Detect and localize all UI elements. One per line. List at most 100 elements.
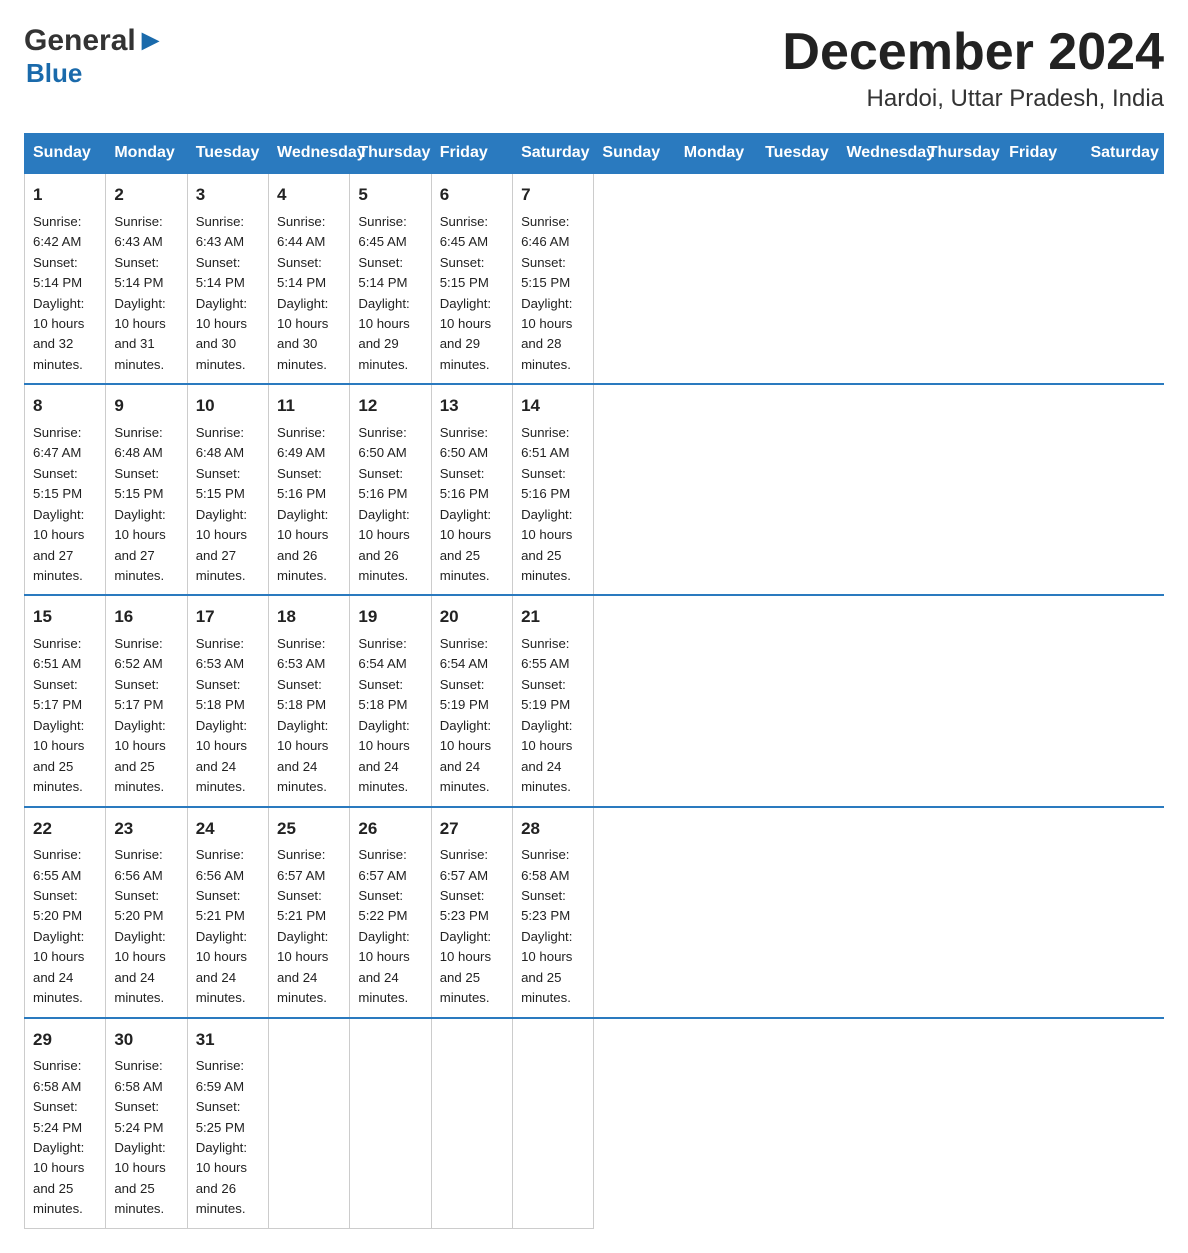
day-number: 27	[440, 816, 504, 842]
calendar-cell: 27 Sunrise: 6:57 AMSunset: 5:23 PMDayligh…	[431, 807, 512, 1018]
day-info: Sunrise: 6:50 AMSunset: 5:16 PMDaylight:…	[358, 423, 422, 587]
day-number: 25	[277, 816, 341, 842]
calendar-cell: 6 Sunrise: 6:45 AMSunset: 5:15 PMDaylight…	[431, 173, 512, 384]
day-info: Sunrise: 6:57 AMSunset: 5:21 PMDaylight:…	[277, 845, 341, 1009]
day-number: 3	[196, 182, 260, 208]
day-number: 7	[521, 182, 585, 208]
day-number: 29	[33, 1027, 97, 1053]
calendar-cell: 29 Sunrise: 6:58 AMSunset: 5:24 PMDayligh…	[25, 1018, 106, 1229]
week-row-1: 1 Sunrise: 6:42 AMSunset: 5:14 PMDaylight…	[25, 173, 1164, 384]
calendar-cell	[431, 1018, 512, 1229]
day-info: Sunrise: 6:55 AMSunset: 5:20 PMDaylight:…	[33, 845, 97, 1009]
logo-blue-word: Blue	[26, 58, 82, 89]
day-info: Sunrise: 6:58 AMSunset: 5:24 PMDaylight:…	[114, 1056, 178, 1220]
day-info: Sunrise: 6:47 AMSunset: 5:15 PMDaylight:…	[33, 423, 97, 587]
calendar-cell: 15Sunrise: 6:51 AMSunset: 5:17 PMDayligh…	[25, 595, 106, 806]
calendar-cell: 20Sunrise: 6:54 AMSunset: 5:19 PMDayligh…	[431, 595, 512, 806]
day-info: Sunrise: 6:56 AMSunset: 5:21 PMDaylight:…	[196, 845, 260, 1009]
day-number: 4	[277, 182, 341, 208]
calendar-cell: 7Sunrise: 6:46 AMSunset: 5:15 PMDaylight…	[513, 173, 594, 384]
day-number: 23	[114, 816, 178, 842]
day-info: Sunrise: 6:57 AMSunset: 5:23 PMDaylight:…	[440, 845, 504, 1009]
day-number: 8	[33, 393, 97, 419]
calendar-cell: 31 Sunrise: 6:59 AMSunset: 5:25 PMDayligh…	[187, 1018, 268, 1229]
day-number: 21	[521, 604, 585, 630]
calendar-cell: 14 Sunrise: 6:51 AMSunset: 5:16 PMDayligh…	[513, 384, 594, 595]
day-info: Sunrise: 6:51 AMSunset: 5:17 PMDaylight:…	[33, 634, 97, 798]
day-info: Sunrise: 6:54 AMSunset: 5:19 PMDaylight:…	[440, 634, 504, 798]
week-row-4: 22 Sunrise: 6:55 AMSunset: 5:20 PMDayligh…	[25, 807, 1164, 1018]
calendar-table: SundayMondayTuesdayWednesdayThursdayFrid…	[24, 133, 1164, 1229]
calendar-cell: 28Sunrise: 6:58 AMSunset: 5:23 PMDayligh…	[513, 807, 594, 1018]
day-number: 10	[196, 393, 260, 419]
day-info: Sunrise: 6:53 AMSunset: 5:18 PMDaylight:…	[277, 634, 341, 798]
page-header: General► Blue December 2024 Hardoi, Utta…	[24, 24, 1164, 113]
day-number: 31	[196, 1027, 260, 1053]
day-number: 9	[114, 393, 178, 419]
calendar-cell: 4Sunrise: 6:44 AMSunset: 5:14 PMDaylight…	[269, 173, 350, 384]
calendar-cell: 3 Sunrise: 6:43 AMSunset: 5:14 PMDaylight…	[187, 173, 268, 384]
calendar-cell: 13Sunrise: 6:50 AMSunset: 5:16 PMDayligh…	[431, 384, 512, 595]
day-number: 14	[521, 393, 585, 419]
calendar-cell: 25 Sunrise: 6:57 AMSunset: 5:21 PMDayligh…	[269, 807, 350, 1018]
title-block: December 2024 Hardoi, Uttar Pradesh, Ind…	[782, 24, 1164, 113]
day-info: Sunrise: 6:59 AMSunset: 5:25 PMDaylight:…	[196, 1056, 260, 1220]
day-info: Sunrise: 6:52 AMSunset: 5:17 PMDaylight:…	[114, 634, 178, 798]
day-number: 6	[440, 182, 504, 208]
logo-blue-part: ►	[136, 24, 166, 57]
header-tuesday: Tuesday	[187, 134, 268, 174]
header-sunday: Sunday	[25, 134, 106, 174]
day-number: 17	[196, 604, 260, 630]
day-info: Sunrise: 6:56 AMSunset: 5:20 PMDaylight:…	[114, 845, 178, 1009]
day-info: Sunrise: 6:48 AMSunset: 5:15 PMDaylight:…	[114, 423, 178, 587]
week-row-2: 8 Sunrise: 6:47 AMSunset: 5:15 PMDaylight…	[25, 384, 1164, 595]
header-saturday: Saturday	[1082, 134, 1164, 174]
day-info: Sunrise: 6:50 AMSunset: 5:16 PMDaylight:…	[440, 423, 504, 587]
header-wednesday: Wednesday	[838, 134, 919, 174]
calendar-cell	[350, 1018, 431, 1229]
calendar-cell: 17Sunrise: 6:53 AMSunset: 5:18 PMDayligh…	[187, 595, 268, 806]
day-info: Sunrise: 6:54 AMSunset: 5:18 PMDaylight:…	[358, 634, 422, 798]
day-number: 30	[114, 1027, 178, 1053]
day-number: 12	[358, 393, 422, 419]
header-tuesday: Tuesday	[757, 134, 838, 174]
header-saturday: Saturday	[513, 134, 594, 174]
header-monday: Monday	[106, 134, 187, 174]
header-thursday: Thursday	[919, 134, 1000, 174]
calendar-cell	[513, 1018, 594, 1229]
calendar-cell: 24Sunrise: 6:56 AMSunset: 5:21 PMDayligh…	[187, 807, 268, 1018]
day-info: Sunrise: 6:48 AMSunset: 5:15 PMDaylight:…	[196, 423, 260, 587]
header-sunday: Sunday	[594, 134, 675, 174]
header-wednesday: Wednesday	[269, 134, 350, 174]
week-row-3: 15Sunrise: 6:51 AMSunset: 5:17 PMDayligh…	[25, 595, 1164, 806]
header-friday: Friday	[1001, 134, 1082, 174]
day-number: 1	[33, 182, 97, 208]
day-info: Sunrise: 6:57 AMSunset: 5:22 PMDaylight:…	[358, 845, 422, 1009]
day-info: Sunrise: 6:43 AMSunset: 5:14 PMDaylight:…	[114, 212, 178, 376]
day-number: 28	[521, 816, 585, 842]
day-info: Sunrise: 6:55 AMSunset: 5:19 PMDaylight:…	[521, 634, 585, 798]
day-info: Sunrise: 6:43 AMSunset: 5:14 PMDaylight:…	[196, 212, 260, 376]
calendar-header-row: SundayMondayTuesdayWednesdayThursdayFrid…	[25, 134, 1164, 174]
day-info: Sunrise: 6:51 AMSunset: 5:16 PMDaylight:…	[521, 423, 585, 587]
calendar-cell: 23 Sunrise: 6:56 AMSunset: 5:20 PMDayligh…	[106, 807, 187, 1018]
day-info: Sunrise: 6:58 AMSunset: 5:24 PMDaylight:…	[33, 1056, 97, 1220]
day-info: Sunrise: 6:45 AMSunset: 5:15 PMDaylight:…	[440, 212, 504, 376]
day-number: 2	[114, 182, 178, 208]
day-number: 22	[33, 816, 97, 842]
logo: General► Blue	[24, 24, 165, 89]
day-number: 26	[358, 816, 422, 842]
month-title: December 2024	[782, 24, 1164, 81]
calendar-cell	[269, 1018, 350, 1229]
header-monday: Monday	[675, 134, 756, 174]
calendar-cell: 10 Sunrise: 6:48 AMSunset: 5:15 PMDayligh…	[187, 384, 268, 595]
calendar-cell: 19Sunrise: 6:54 AMSunset: 5:18 PMDayligh…	[350, 595, 431, 806]
day-number: 16	[114, 604, 178, 630]
calendar-cell: 21 Sunrise: 6:55 AMSunset: 5:19 PMDayligh…	[513, 595, 594, 806]
day-info: Sunrise: 6:42 AMSunset: 5:14 PMDaylight:…	[33, 212, 97, 376]
calendar-cell: 16 Sunrise: 6:52 AMSunset: 5:17 PMDayligh…	[106, 595, 187, 806]
calendar-cell: 9 Sunrise: 6:48 AMSunset: 5:15 PMDaylight…	[106, 384, 187, 595]
calendar-cell: 18Sunrise: 6:53 AMSunset: 5:18 PMDayligh…	[269, 595, 350, 806]
calendar-cell: 11Sunrise: 6:49 AMSunset: 5:16 PMDayligh…	[269, 384, 350, 595]
calendar-cell: 12 Sunrise: 6:50 AMSunset: 5:16 PMDayligh…	[350, 384, 431, 595]
